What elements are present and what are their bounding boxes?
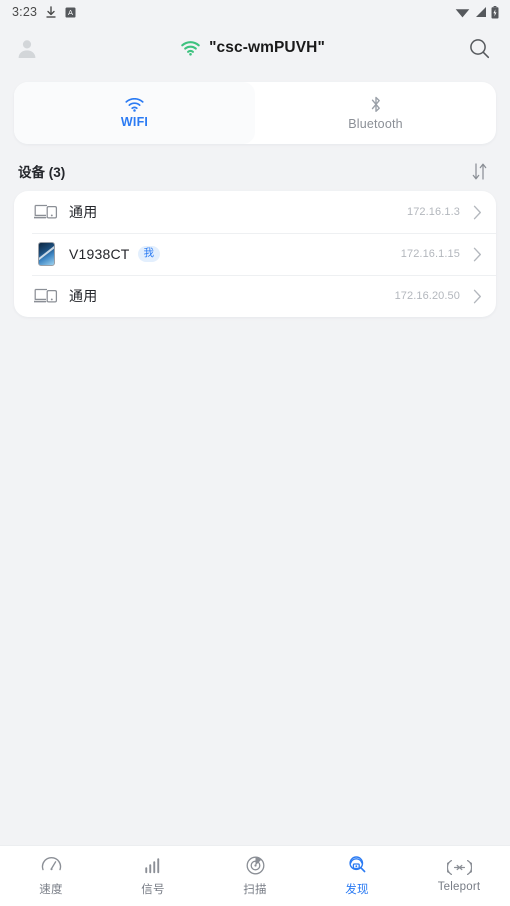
device-name: 通用 [69,288,98,304]
discover-radar-icon [347,855,368,876]
device-ip-address: 172.16.20.50 [394,290,460,302]
nav-item-signal[interactable]: 信号 [102,846,204,906]
app-screen: 3:23 A "csc-wmPUVH" WIFI Bluetooth 设备 (3… [0,0,510,906]
connection-type-tabs: WIFI Bluetooth [14,82,496,144]
app-header: "csc-wmPUVH" [0,24,510,72]
wifi-connected-icon [181,40,200,56]
bottom-navigation: 速度 信号 扫描 发现 Teleport [0,845,510,906]
radar-scan-icon [245,855,266,876]
table-row[interactable]: 通用 172.16.1.3 [14,191,496,233]
app-badge-a-icon: A [65,7,76,18]
phone-thumbnail-icon [32,241,60,267]
status-bar-clock: 3:23 [12,5,38,19]
tab-wifi-label: WIFI [120,114,149,129]
status-badge: 我 [137,246,161,262]
phone-wallpaper-thumb [37,242,55,266]
tab-bluetooth[interactable]: Bluetooth [255,82,496,144]
nav-item-scan[interactable]: 扫描 [204,846,306,906]
nav-item-scan-label: 扫描 [243,884,267,896]
chevron-right-icon [460,205,482,220]
nav-item-signal-label: 信号 [141,884,165,896]
status-bar: 3:23 A [0,0,510,24]
header-title-group: "csc-wmPUVH" [42,39,464,57]
teleport-transfer-icon [446,859,472,876]
device-list: 通用 172.16.1.3 V1938CT 我 172.16.1.15 通用 1… [14,191,496,317]
page-title: "csc-wmPUVH" [209,39,325,56]
table-row[interactable]: 通用 172.16.20.50 [14,275,496,317]
battery-icon [491,5,499,19]
nav-item-teleport-label: Teleport [437,881,481,893]
tab-wifi[interactable]: WIFI [14,82,255,144]
nav-item-speed[interactable]: 速度 [0,846,102,906]
devices-section-header: 设备 (3) [0,144,510,191]
generic-device-icon [32,199,60,225]
nav-item-discover-label: 发现 [345,884,369,896]
tab-bluetooth-label: Bluetooth [348,117,403,131]
user-avatar-icon[interactable] [12,33,42,63]
nav-item-teleport[interactable]: Teleport [408,846,510,906]
wifi-icon [455,6,470,18]
devices-count-label: 设备 (3) [18,165,66,180]
content-empty-area [0,317,510,845]
device-ip-address: 172.16.1.3 [407,206,460,218]
table-row[interactable]: V1938CT 我 172.16.1.15 [14,233,496,275]
svg-text:A: A [68,8,73,17]
sort-arrows-icon[interactable] [466,158,492,184]
bluetooth-icon [368,95,384,114]
wifi-icon [125,97,144,112]
chevron-right-icon [460,247,482,262]
cellular-signal-icon [474,6,487,18]
speedometer-icon [41,855,62,876]
signal-bars-icon [143,855,164,876]
status-bar-right [455,5,499,19]
nav-item-speed-label: 速度 [39,884,63,896]
search-icon[interactable] [464,33,494,63]
device-name: V1938CT [69,246,130,262]
chevron-right-icon [460,289,482,304]
device-name: 通用 [69,204,98,220]
generic-device-icon [32,283,60,309]
device-ip-address: 172.16.1.15 [400,248,460,260]
download-icon [45,5,57,19]
status-bar-left: 3:23 A [12,5,76,19]
nav-item-discover[interactable]: 发现 [306,846,408,906]
